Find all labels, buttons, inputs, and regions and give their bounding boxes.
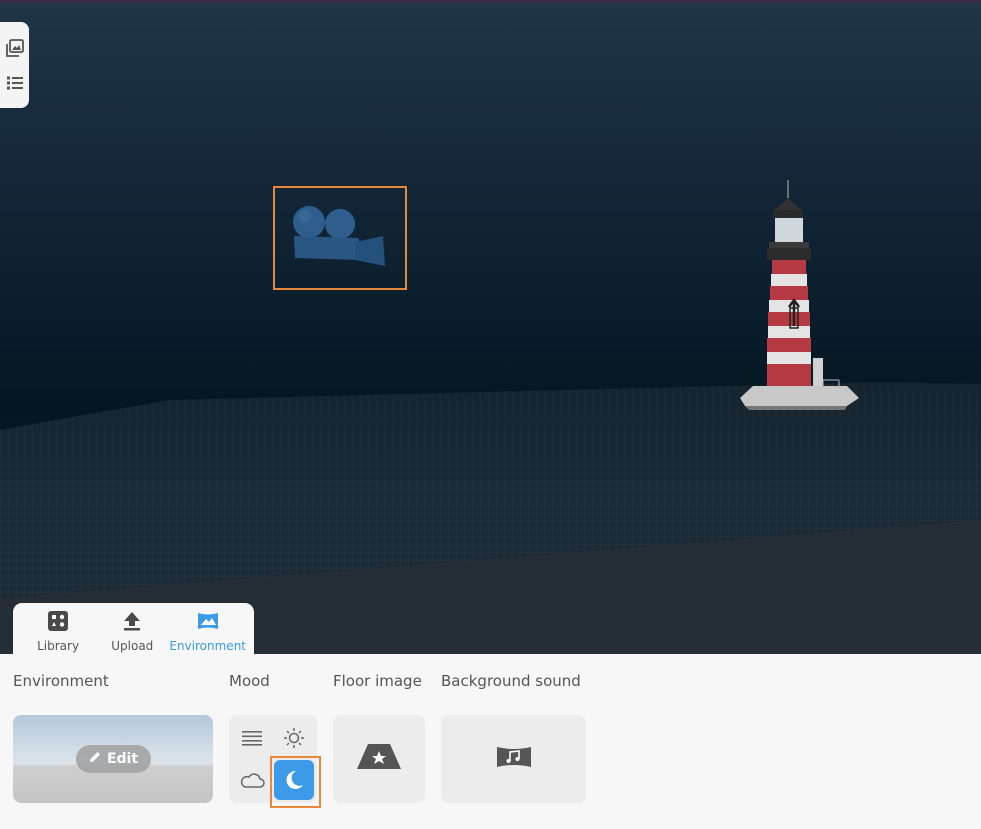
section-title-floor-image: Floor image: [333, 672, 422, 690]
library-icon: [47, 611, 69, 631]
section-title-mood: Mood: [229, 672, 270, 690]
list-icon[interactable]: [4, 72, 26, 94]
section-title-background-sound: Background sound: [441, 672, 581, 690]
environment-thumbnail[interactable]: Edit: [13, 715, 213, 803]
tab-upload[interactable]: Upload: [95, 603, 169, 655]
background-sound-button[interactable]: [441, 715, 586, 803]
scene-viewport[interactable]: [0, 0, 981, 654]
selection-box: [273, 186, 407, 290]
cloud-icon[interactable]: [232, 760, 272, 800]
mood-highlight-box: [270, 756, 321, 808]
floor-image-icon: [356, 743, 402, 775]
side-toolbar: [0, 22, 29, 108]
lighthouse-model[interactable]: [735, 180, 865, 412]
upload-icon: [121, 611, 143, 631]
tab-label: Environment: [169, 639, 246, 653]
list-icon[interactable]: [232, 718, 272, 758]
pencil-icon: [89, 751, 101, 767]
environment-panel: Environment Mood Floor image Background …: [0, 654, 981, 829]
edit-button[interactable]: Edit: [76, 745, 151, 773]
sound-icon: [496, 744, 532, 774]
edit-label: Edit: [106, 751, 139, 767]
sun-icon[interactable]: [274, 718, 314, 758]
floor-image-button[interactable]: [333, 715, 425, 803]
environment-icon: [197, 611, 219, 631]
tab-label: Library: [37, 639, 80, 653]
section-title-environment: Environment: [13, 672, 109, 690]
tab-label: Upload: [111, 639, 154, 653]
tab-library[interactable]: Library: [21, 603, 95, 655]
gallery-icon[interactable]: [4, 37, 26, 59]
bottom-tabs: Library Upload Environment: [13, 603, 254, 655]
tab-environment[interactable]: Environment: [169, 603, 246, 655]
